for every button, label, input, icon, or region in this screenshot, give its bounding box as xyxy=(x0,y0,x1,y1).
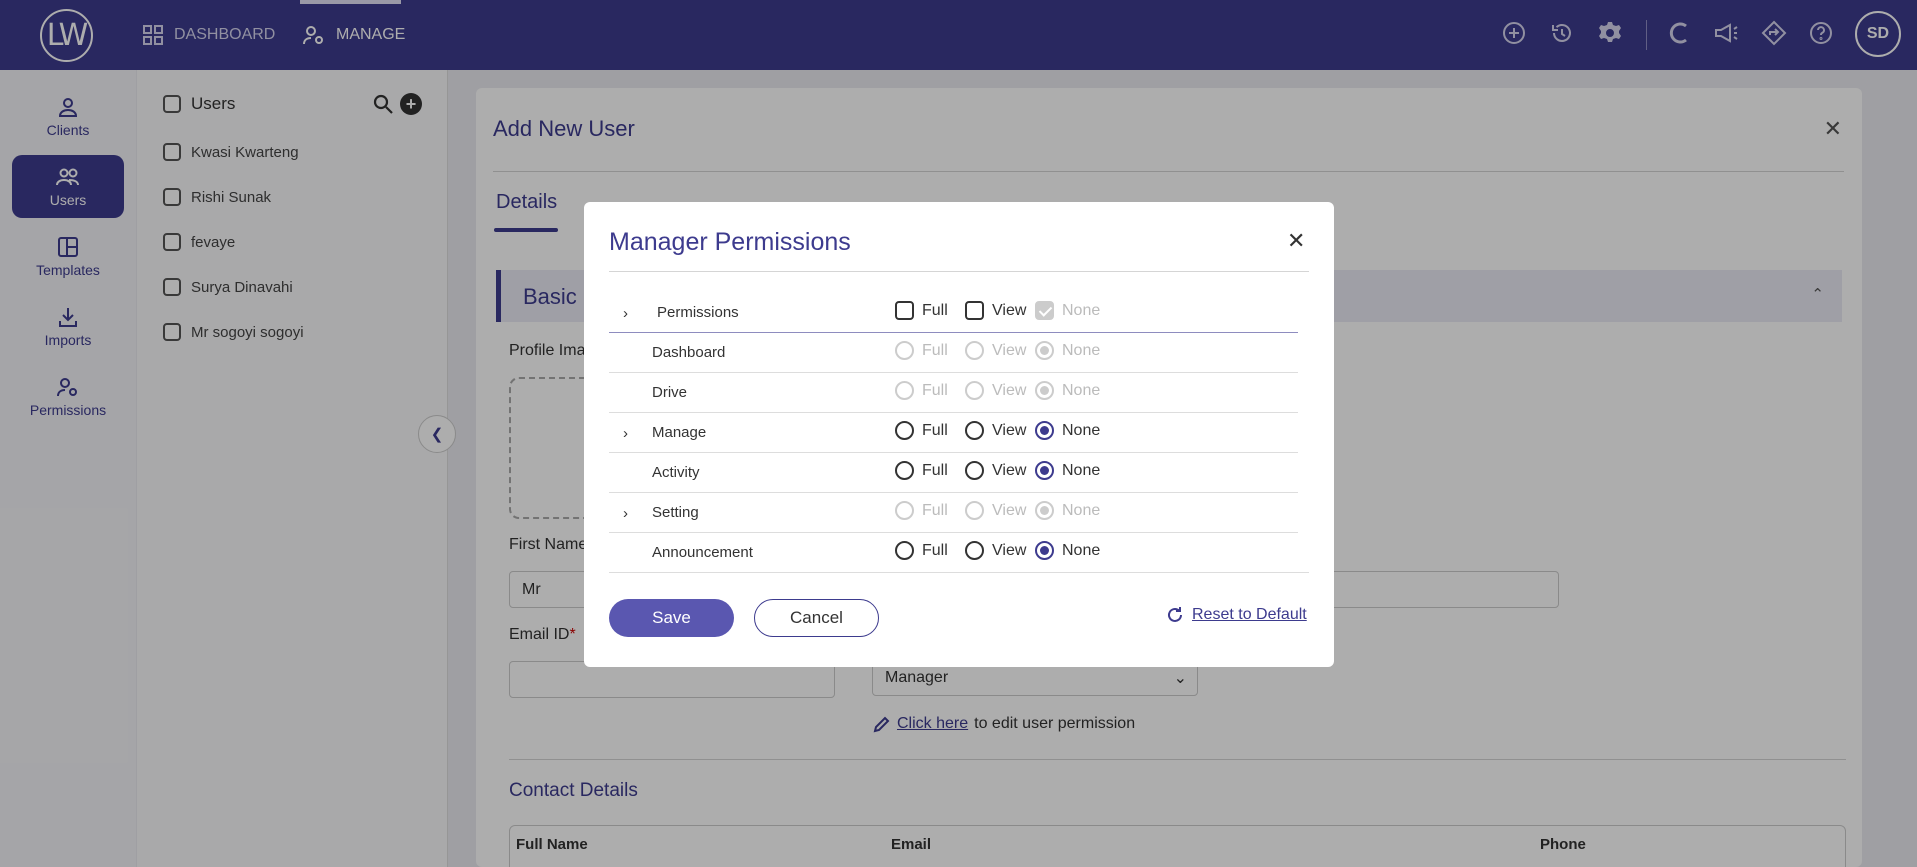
option-label: Full xyxy=(922,421,948,439)
permission-row-setting: › Setting Full View None xyxy=(609,493,1298,533)
option-label: None xyxy=(1062,301,1101,319)
radio[interactable] xyxy=(1035,421,1054,440)
chevron-right-icon[interactable]: › xyxy=(623,505,628,522)
checkbox[interactable] xyxy=(1035,301,1054,320)
none-radio[interactable]: None xyxy=(1035,501,1100,520)
option-label: View xyxy=(992,421,1027,439)
permission-label: Manage xyxy=(652,424,707,441)
full-radio[interactable]: Full xyxy=(895,381,948,400)
radio[interactable] xyxy=(1035,381,1054,400)
radio[interactable] xyxy=(895,381,914,400)
view-radio[interactable]: View xyxy=(965,341,1026,360)
option-label: View xyxy=(992,381,1027,399)
permission-row-drive: Drive Full View None xyxy=(609,373,1298,413)
option-label: View xyxy=(992,501,1027,519)
chevron-right-icon[interactable]: › xyxy=(623,305,628,322)
close-icon[interactable]: ✕ xyxy=(1287,228,1305,254)
permission-row-announcement: Announcement Full View None xyxy=(609,533,1309,573)
radio[interactable] xyxy=(895,421,914,440)
radio[interactable] xyxy=(965,341,984,360)
permission-row-activity: Activity Full View None xyxy=(609,453,1298,493)
checkbox[interactable] xyxy=(895,301,914,320)
permission-row-manage: › Manage Full View None xyxy=(609,413,1298,453)
none-all-checkbox[interactable]: None xyxy=(1035,301,1100,320)
option-label: None xyxy=(1062,461,1101,479)
radio[interactable] xyxy=(1035,541,1054,560)
modal-title: Manager Permissions xyxy=(609,228,851,256)
option-label: View xyxy=(992,541,1027,559)
none-radio[interactable]: None xyxy=(1035,541,1100,560)
reset-link-label: Reset to Default xyxy=(1192,606,1307,623)
view-radio[interactable]: View xyxy=(965,501,1026,520)
radio[interactable] xyxy=(965,421,984,440)
permission-label: Setting xyxy=(652,504,699,521)
radio[interactable] xyxy=(895,541,914,560)
refresh-icon xyxy=(1168,607,1182,622)
radio[interactable] xyxy=(1035,501,1054,520)
permissions-modal: Manager Permissions ✕ › Permissions Full… xyxy=(584,202,1334,667)
option-label: Full xyxy=(922,501,948,519)
full-radio[interactable]: Full xyxy=(895,461,948,480)
option-label: Full xyxy=(922,341,948,359)
full-radio[interactable]: Full xyxy=(895,501,948,520)
radio[interactable] xyxy=(965,501,984,520)
chevron-right-icon[interactable]: › xyxy=(623,425,628,442)
none-radio[interactable]: None xyxy=(1035,461,1100,480)
checkbox[interactable] xyxy=(965,301,984,320)
view-radio[interactable]: View xyxy=(965,541,1026,560)
cancel-button[interactable]: Cancel xyxy=(754,599,879,637)
radio[interactable] xyxy=(895,341,914,360)
permission-label: Dashboard xyxy=(652,344,726,361)
option-label: None xyxy=(1062,541,1101,559)
full-radio[interactable]: Full xyxy=(895,541,948,560)
option-label: Full xyxy=(922,541,948,559)
view-all-checkbox[interactable]: View xyxy=(965,301,1026,320)
full-all-checkbox[interactable]: Full xyxy=(895,301,948,320)
option-label: None xyxy=(1062,381,1101,399)
radio[interactable] xyxy=(965,461,984,480)
permissions-header-row: › Permissions Full View None xyxy=(609,293,1298,333)
radio[interactable] xyxy=(965,381,984,400)
divider xyxy=(609,271,1309,272)
permission-label: Announcement xyxy=(652,544,753,561)
full-radio[interactable]: Full xyxy=(895,421,948,440)
option-label: None xyxy=(1062,501,1101,519)
permission-row-dashboard: Dashboard Full View None xyxy=(609,333,1298,373)
save-button[interactable]: Save xyxy=(609,599,734,637)
view-radio[interactable]: View xyxy=(965,421,1026,440)
none-radio[interactable]: None xyxy=(1035,381,1100,400)
radio[interactable] xyxy=(965,541,984,560)
option-label: Full xyxy=(922,381,948,399)
option-label: View xyxy=(992,341,1027,359)
option-label: Full xyxy=(922,301,948,319)
radio[interactable] xyxy=(895,501,914,520)
view-radio[interactable]: View xyxy=(965,461,1026,480)
none-radio[interactable]: None xyxy=(1035,421,1100,440)
reset-to-default-button[interactable]: Reset to Default xyxy=(1166,606,1307,624)
option-label: View xyxy=(992,301,1027,319)
radio[interactable] xyxy=(1035,461,1054,480)
option-label: Full xyxy=(922,461,948,479)
radio[interactable] xyxy=(1035,341,1054,360)
view-radio[interactable]: View xyxy=(965,381,1026,400)
radio[interactable] xyxy=(895,461,914,480)
none-radio[interactable]: None xyxy=(1035,341,1100,360)
option-label: View xyxy=(992,461,1027,479)
permission-label: Drive xyxy=(652,384,688,401)
full-radio[interactable]: Full xyxy=(895,341,948,360)
permission-label: Permissions xyxy=(657,304,739,321)
permission-label: Activity xyxy=(652,464,700,481)
option-label: None xyxy=(1062,421,1101,439)
option-label: None xyxy=(1062,341,1101,359)
